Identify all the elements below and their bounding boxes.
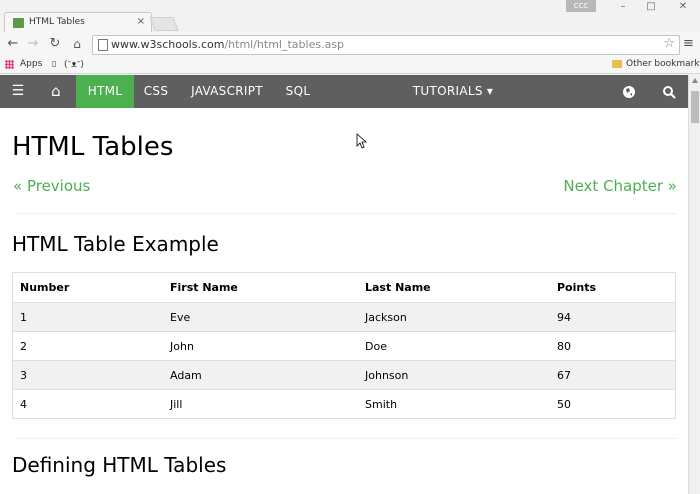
table-cell: Doe [358, 331, 550, 361]
reload-icon[interactable]: ↻ [47, 36, 63, 52]
table-header-row: Number First Name Last Name Points [13, 273, 676, 303]
table-cell: 3 [12, 360, 163, 390]
page-title: HTML Tables [12, 132, 174, 162]
table-cell: Smith [358, 389, 550, 419]
nav-item-html[interactable]: HTML [76, 75, 134, 108]
column-header: Last Name [365, 281, 431, 294]
tab-close-icon[interactable]: × [137, 16, 145, 27]
other-bookmarks[interactable]: Other bookmarks [626, 59, 700, 69]
browser-menu-icon[interactable]: ≡ [683, 36, 694, 51]
back-arrow-icon[interactable]: ← [5, 36, 21, 52]
next-chapter-link[interactable]: Next Chapter » [563, 177, 677, 195]
example-table: Number First Name Last Name Points 1 Eve… [12, 272, 676, 419]
table-cell: Adam [163, 360, 358, 390]
table-row: 3 Adam Johnson 67 [12, 360, 676, 390]
page-scrollbar[interactable] [688, 75, 700, 494]
home-icon[interactable]: ⌂ [69, 36, 85, 52]
url-path: /html/html_tables.asp [224, 38, 345, 51]
table-cell: 2 [12, 331, 163, 361]
column-header: Points [557, 281, 597, 294]
table-row: 2 John Doe 80 [12, 331, 676, 361]
home-nav-icon[interactable]: ⌂ [38, 75, 74, 108]
table-cell: 4 [12, 389, 163, 419]
main-content: HTML Tables « Previous Next Chapter » HT… [0, 108, 688, 494]
maximize-button[interactable]: □ [641, 1, 661, 12]
close-window-button[interactable]: ✕ [673, 1, 693, 12]
bookmark-item[interactable]: (ᵔᴥᵔ) [64, 59, 84, 70]
defining-tables-heading: Defining HTML Tables [12, 453, 227, 477]
apps-bookmark[interactable]: Apps [20, 59, 42, 69]
nav-item-javascript[interactable]: JAVASCRIPT [181, 75, 273, 108]
previous-link[interactable]: « Previous [13, 177, 90, 195]
bookmarks-bar: Apps ▯ (ᵔᴥᵔ) Other bookmarks [0, 56, 700, 74]
address-bar[interactable]: www.w3schools.com/html/html_tables.asp ☆ [92, 35, 680, 55]
table-cell: Jackson [358, 302, 550, 332]
scroll-thumb[interactable] [691, 91, 699, 123]
forward-arrow-icon[interactable]: → [25, 36, 41, 52]
search-icon[interactable] [654, 75, 684, 108]
table-cell: 50 [550, 389, 676, 419]
table-row: 1 Eve Jackson 94 [12, 302, 676, 332]
globe-icon[interactable] [614, 75, 644, 108]
scroll-up-arrow-icon[interactable] [692, 78, 698, 83]
divider [16, 438, 676, 439]
site-top-nav: ☰ ⌂ HTML CSS JAVASCRIPT SQL TUTORIALS ▾ [0, 75, 688, 108]
example-heading: HTML Table Example [12, 232, 219, 256]
new-tab-button[interactable] [149, 17, 179, 31]
tutorials-dropdown[interactable]: TUTORIALS ▾ [405, 75, 501, 108]
mouse-cursor-icon [356, 133, 368, 149]
url-host: www.w3schools.com [111, 38, 225, 51]
table-cell: 1 [12, 302, 163, 332]
nav-item-css[interactable]: CSS [135, 75, 177, 108]
user-profile-badge[interactable]: CCC [566, 0, 596, 12]
table-row: 4 Jill Smith 50 [12, 389, 676, 419]
table-cell: John [163, 331, 358, 361]
folder-icon [612, 60, 622, 68]
nav-item-sql[interactable]: SQL [278, 75, 318, 108]
table-cell: 94 [550, 302, 676, 332]
url-text: www.w3schools.com/html/html_tables.asp [111, 38, 344, 51]
w3schools-favicon-icon [13, 18, 24, 28]
column-header: First Name [170, 281, 238, 294]
browser-toolbar: ← → ↻ ⌂ www.w3schools.com/html/html_tabl… [0, 32, 700, 56]
page-bookmark-icon: ▯ [52, 59, 57, 68]
table-cell: Eve [163, 302, 358, 332]
divider [16, 213, 676, 214]
table-cell: 67 [550, 360, 676, 390]
hamburger-menu-icon[interactable]: ☰ [0, 75, 36, 108]
table-cell: Johnson [358, 360, 550, 390]
page-icon [98, 39, 108, 51]
table-cell: Jill [163, 389, 358, 419]
table-cell: 80 [550, 331, 676, 361]
bookmark-star-icon[interactable]: ☆ [663, 36, 675, 51]
apps-grid-icon [5, 60, 14, 69]
minimize-button[interactable]: – [613, 1, 633, 12]
column-header: Number [20, 281, 70, 294]
tab-title: HTML Tables [29, 17, 85, 27]
browser-tab-strip: HTML Tables × CCC – □ ✕ [0, 0, 700, 35]
